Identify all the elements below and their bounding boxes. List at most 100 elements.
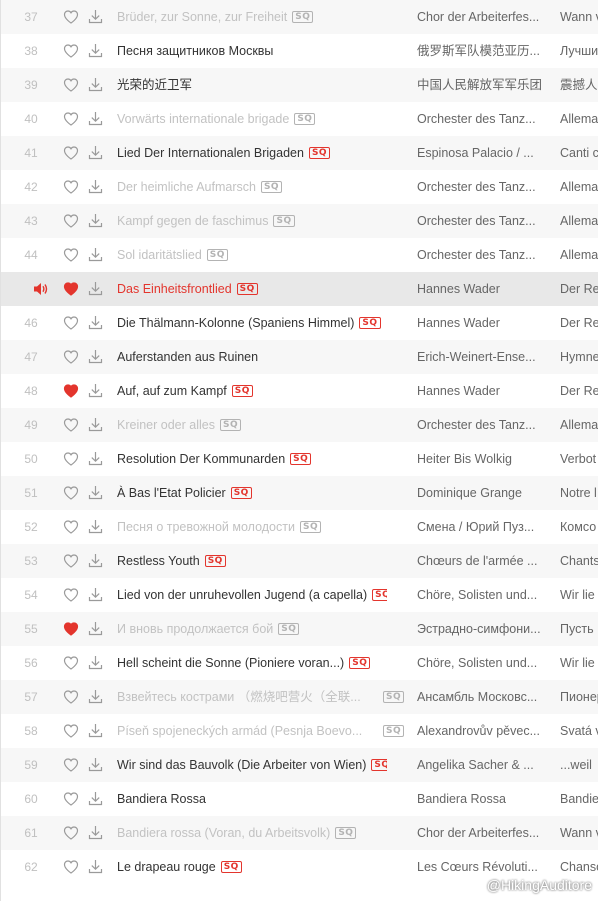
track-row[interactable]: 40 Vorwärts internationale brigade SQ Orche… — [1, 102, 598, 136]
track-title[interactable]: Auferstanden aus Ruinen — [117, 350, 258, 364]
track-album[interactable]: Allema — [560, 204, 598, 238]
like-heart-icon[interactable] — [63, 417, 79, 433]
download-icon[interactable] — [87, 620, 104, 637]
track-album[interactable]: Bandie — [560, 782, 598, 816]
download-icon[interactable] — [87, 416, 104, 433]
track-row[interactable]: 52 Песня о тревожной молодости SQ Смена / Ю… — [1, 510, 598, 544]
track-row[interactable]: 37 Brüder, zur Sonne, zur Freiheit SQ Chor … — [1, 0, 598, 34]
track-artist[interactable]: Hannes Wader — [417, 306, 547, 340]
track-album[interactable]: Лучши — [560, 34, 598, 68]
track-artist[interactable]: 中国人民解放军军乐团 — [417, 68, 547, 102]
download-icon[interactable] — [87, 484, 104, 501]
download-icon[interactable] — [87, 144, 104, 161]
track-row[interactable]: 57 Взвейтесь кострами （燃烧吧营火（全联... SQ Ансам… — [1, 680, 598, 714]
like-heart-icon[interactable] — [63, 9, 79, 25]
like-heart-icon[interactable] — [63, 485, 79, 501]
like-heart-icon[interactable] — [63, 213, 79, 229]
like-heart-icon[interactable] — [63, 77, 79, 93]
track-row[interactable]: 49 Kreiner oder alles SQ Orchester des Tanz… — [1, 408, 598, 442]
track-title[interactable]: Bandiera rossa (Voran, du Arbeitsvolk) — [117, 826, 330, 840]
like-heart-icon[interactable] — [63, 519, 79, 535]
track-row[interactable]: Das Einheitsfrontlied SQ Hannes Wader Der R… — [1, 272, 598, 306]
like-heart-icon[interactable] — [63, 757, 79, 773]
like-heart-icon[interactable] — [63, 553, 79, 569]
track-title[interactable]: 光荣的近卫军 — [117, 78, 192, 92]
track-row[interactable]: 61 Bandiera rossa (Voran, du Arbeitsvolk)… — [1, 816, 598, 850]
track-title[interactable]: Das Einheitsfrontlied — [117, 282, 232, 296]
track-title[interactable]: Песня защитников Москвы — [117, 44, 273, 58]
track-title[interactable]: Bandiera Rossa — [117, 792, 206, 806]
download-icon[interactable] — [87, 178, 104, 195]
download-icon[interactable] — [87, 42, 104, 59]
track-album[interactable]: Der Re — [560, 306, 598, 340]
download-icon[interactable] — [87, 450, 104, 467]
track-row[interactable]: 44 Sol idaritätslied SQ Orchester des Tanz.… — [1, 238, 598, 272]
track-row[interactable]: 58 Píseň spojeneckých armád (Pesnja Boevo… — [1, 714, 598, 748]
download-icon[interactable] — [87, 280, 104, 297]
track-title[interactable]: Kreiner oder alles — [117, 418, 215, 432]
track-title[interactable]: Le drapeau rouge — [117, 860, 216, 874]
like-heart-icon[interactable] — [63, 111, 79, 127]
download-icon[interactable] — [87, 518, 104, 535]
track-artist[interactable]: Эстрадно-симфони... — [417, 612, 547, 646]
like-heart-icon[interactable] — [63, 587, 79, 603]
download-icon[interactable] — [87, 212, 104, 229]
download-icon[interactable] — [87, 246, 104, 263]
track-artist[interactable]: Erich-Weinert-Ense... — [417, 340, 547, 374]
like-heart-icon[interactable] — [63, 825, 79, 841]
track-artist[interactable]: Chöre, Solisten und... — [417, 646, 547, 680]
download-icon[interactable] — [87, 654, 104, 671]
track-title[interactable]: À Bas l'Etat Policier — [117, 486, 226, 500]
track-album[interactable]: Der Re — [560, 374, 598, 408]
track-album[interactable]: Verbot — [560, 442, 598, 476]
track-row[interactable]: 54 Lied von der unruhevollen Jugend (a ca… — [1, 578, 598, 612]
download-icon[interactable] — [87, 790, 104, 807]
track-row[interactable]: 56 Hell scheint die Sonne (Pioniere voran… — [1, 646, 598, 680]
like-heart-icon[interactable] — [63, 859, 79, 875]
like-heart-icon[interactable] — [63, 655, 79, 671]
like-heart-icon[interactable] — [63, 451, 79, 467]
track-title[interactable]: И вновь продолжается бой — [117, 622, 273, 636]
track-artist[interactable]: Chor der Arbeiterfes... — [417, 0, 547, 34]
track-album[interactable]: Пионер — [560, 680, 598, 714]
track-title[interactable]: Vorwärts internationale brigade — [117, 112, 289, 126]
track-artist[interactable]: Espinosa Palacio / ... — [417, 136, 547, 170]
track-artist[interactable]: Orchester des Tanz... — [417, 408, 547, 442]
track-row[interactable]: 60 Bandiera Rossa Bandiera Rossa Bandie — [1, 782, 598, 816]
track-artist[interactable]: Orchester des Tanz... — [417, 170, 547, 204]
track-album[interactable]: ...weil — [560, 748, 598, 782]
download-icon[interactable] — [87, 76, 104, 93]
track-artist[interactable]: Chor der Arbeiterfes... — [417, 816, 547, 850]
track-album[interactable]: Der Re — [560, 272, 598, 306]
like-heart-icon[interactable] — [63, 179, 79, 195]
track-title[interactable]: Kampf gegen de faschimus — [117, 214, 268, 228]
track-title[interactable]: Hell scheint die Sonne (Pioniere voran..… — [117, 656, 344, 670]
track-row[interactable]: 50 Resolution Der Kommunarden SQ Heiter Bis… — [1, 442, 598, 476]
track-row[interactable]: 46 Die Thälmann-Kolonne (Spaniens Himmel)… — [1, 306, 598, 340]
like-heart-icon[interactable] — [63, 689, 79, 705]
track-album[interactable]: Hymne — [560, 340, 598, 374]
like-heart-icon[interactable] — [63, 621, 79, 637]
like-heart-icon[interactable] — [63, 247, 79, 263]
track-album[interactable]: Wir lie — [560, 646, 598, 680]
track-artist[interactable]: Hannes Wader — [417, 374, 547, 408]
track-artist[interactable]: Orchester des Tanz... — [417, 238, 547, 272]
track-artist[interactable]: Смена / Юрий Пуз... — [417, 510, 547, 544]
download-icon[interactable] — [87, 8, 104, 25]
track-row[interactable]: 47 Auferstanden aus Ruinen Erich-Weinert-E… — [1, 340, 598, 374]
track-album[interactable]: 震撼人 — [560, 68, 598, 102]
like-heart-icon[interactable] — [63, 145, 79, 161]
track-title[interactable]: Die Thälmann-Kolonne (Spaniens Himmel) — [117, 316, 354, 330]
like-heart-icon[interactable] — [63, 723, 79, 739]
track-row[interactable]: 51 À Bas l'Etat Policier SQ Dominique Grang… — [1, 476, 598, 510]
track-row[interactable]: 41 Lied Der Internationalen Brigaden SQ Esp… — [1, 136, 598, 170]
download-icon[interactable] — [87, 382, 104, 399]
track-title[interactable]: Restless Youth — [117, 554, 200, 568]
track-artist[interactable]: Dominique Grange — [417, 476, 547, 510]
track-row[interactable]: 43 Kampf gegen de faschimus SQ Orchester de… — [1, 204, 598, 238]
track-album[interactable]: Allema — [560, 408, 598, 442]
track-artist[interactable]: Ансамбль Московс... — [417, 680, 547, 714]
download-icon[interactable] — [87, 348, 104, 365]
track-title[interactable]: Der heimliche Aufmarsch — [117, 180, 256, 194]
track-album[interactable]: Комсо — [560, 510, 598, 544]
